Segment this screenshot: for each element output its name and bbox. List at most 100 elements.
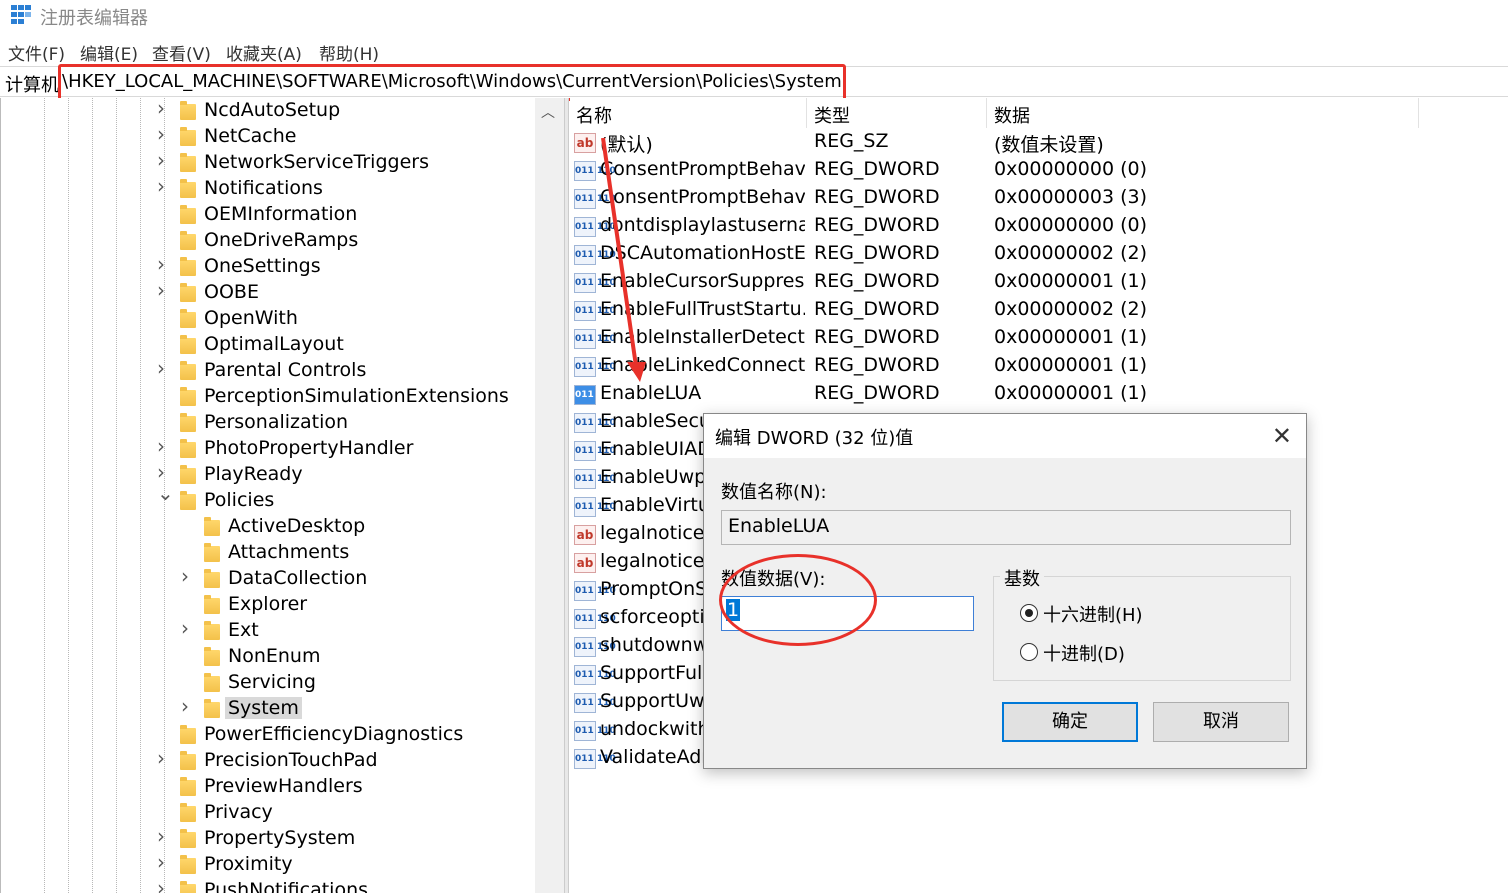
value-row[interactable]: 011 110ConsentPromptBehavi... REG_DWORD 0x…	[570, 185, 1508, 213]
chevron-right-icon[interactable]: ›	[157, 98, 171, 120]
dword-value-icon: 011 110	[574, 413, 616, 433]
tree-item-label: OneDriveRamps	[204, 229, 359, 251]
tree-item-label: Policies	[204, 489, 275, 511]
chevron-right-icon[interactable]: ›	[157, 174, 171, 198]
tree-item-label: PhotoPropertyHandler	[204, 437, 414, 459]
value-type: REG_DWORD	[814, 186, 940, 208]
menu-help[interactable]: 帮助(H)	[319, 40, 379, 65]
chevron-right-icon[interactable]: ›	[157, 746, 171, 770]
annotation-circle	[719, 554, 877, 646]
folder-icon	[180, 413, 196, 432]
dword-value-icon: 011 110	[574, 693, 616, 713]
value-row[interactable]: 011 110EnableLinkedConnecti... REG_DWORD 0…	[570, 353, 1508, 381]
chevron-right-icon[interactable]: ›	[181, 694, 195, 718]
cancel-button[interactable]: 取消	[1153, 702, 1289, 742]
folder-icon	[204, 647, 220, 666]
chevron-right-icon[interactable]: ›	[157, 278, 171, 302]
value-type: REG_DWORD	[814, 382, 940, 404]
dword-value-icon: 011 110	[574, 581, 616, 601]
dword-value-icon: 011 110	[574, 749, 616, 769]
value-row[interactable]: 011 110 DSCAutomationHostE... REG_DWORD 0x0…	[570, 241, 1508, 269]
tree-scrollbar[interactable]: ︿	[535, 98, 564, 893]
chevron-right-icon[interactable]: ›	[181, 564, 195, 588]
chevron-down-icon[interactable]: ⌄	[157, 481, 174, 505]
folder-icon	[180, 231, 196, 250]
tree-item-label: Proximity	[204, 853, 293, 875]
value-data: 0x00000001 (1)	[994, 326, 1147, 348]
tree-item-label: Notifications	[204, 177, 323, 199]
value-data: 0x00000001 (1)	[994, 270, 1147, 292]
folder-icon	[204, 517, 220, 536]
value-data: 0x00000001 (1)	[994, 382, 1147, 404]
chevron-right-icon[interactable]: ›	[157, 876, 171, 893]
folder-icon	[180, 751, 196, 770]
column-header-name[interactable]: 名称	[576, 102, 612, 128]
folder-icon	[180, 725, 196, 744]
value-row[interactable]: 011 110ConsentPromptBehavi... REG_DWORD 0x…	[570, 157, 1508, 185]
value-name: DSCAutomationHostE...	[600, 242, 805, 264]
folder-icon	[180, 439, 196, 458]
column-header-type[interactable]: 类型	[814, 102, 850, 128]
close-icon[interactable]: ✕	[1272, 422, 1292, 450]
value-name-label: 数值名称(N):	[721, 482, 827, 503]
ok-button[interactable]: 确定	[1002, 702, 1138, 742]
chevron-right-icon[interactable]: ›	[157, 122, 171, 146]
value-data: 0x00000003 (3)	[994, 186, 1147, 208]
title-bar: 注册表编辑器	[0, 0, 1508, 32]
tree-item-label: Personalization	[204, 411, 349, 433]
chevron-right-icon[interactable]: ›	[157, 434, 171, 458]
dword-value-icon: 011 110	[574, 385, 616, 405]
string-value-icon: ab	[574, 525, 596, 545]
chevron-right-icon[interactable]: ›	[181, 616, 195, 640]
folder-icon	[180, 153, 196, 172]
value-name: EnableLUA	[600, 382, 702, 404]
tree-item-label: DataCollection	[228, 567, 368, 589]
menu-edit[interactable]: 编辑(E)	[80, 40, 138, 65]
chevron-right-icon[interactable]: ›	[157, 850, 171, 874]
value-row[interactable]: 011 110EnableInstallerDetecti... REG_DWOR…	[570, 325, 1508, 353]
column-header-data[interactable]: 数据	[994, 102, 1030, 128]
value-name: EnableFullTrustStartu...	[600, 298, 805, 320]
radio-selected-icon[interactable]	[1020, 604, 1038, 622]
tree-item-label: OOBE	[204, 281, 259, 303]
value-name: EnableCursorSuppress...	[600, 270, 805, 292]
tree-item-label: Attachments	[228, 541, 350, 563]
base-groupbox	[993, 576, 1291, 681]
folder-icon	[180, 205, 196, 224]
value-type: REG_DWORD	[814, 354, 940, 376]
radio-unselected-icon[interactable]	[1020, 643, 1038, 661]
base-label: 基数	[1000, 565, 1044, 591]
folder-icon	[180, 127, 196, 146]
chevron-right-icon[interactable]: ›	[157, 356, 171, 380]
chevron-right-icon[interactable]: ›	[157, 148, 171, 172]
tree-item-label: Explorer	[228, 593, 308, 615]
pane-splitter[interactable]	[564, 98, 569, 893]
menu-favorites[interactable]: 收藏夹(A)	[226, 40, 302, 65]
value-name: EnableInstallerDetecti...	[600, 326, 805, 348]
value-row[interactable]: ab (默认) REG_SZ (数值未设置)	[570, 129, 1508, 157]
dword-value-icon: 011 110	[574, 497, 616, 517]
dword-value-icon: 011 110	[574, 245, 616, 265]
scroll-up-icon[interactable]: ︿	[541, 102, 555, 122]
menu-view[interactable]: 查看(V)	[152, 40, 211, 65]
string-value-icon: ab	[574, 553, 596, 573]
dialog-title: 编辑 DWORD (32 位)值	[715, 428, 914, 449]
value-row[interactable]: 011 110 EnableFullTrustStartu... REG_DWORD…	[570, 297, 1508, 325]
chevron-right-icon[interactable]: ›	[157, 824, 171, 848]
key-tree[interactable]: › NcdAutoSetup › NetCache › NetworkServiceTri…	[0, 98, 564, 893]
tree-item-label: OneSettings	[204, 255, 321, 277]
menu-file[interactable]: 文件(F)	[8, 40, 65, 65]
dword-value-icon: 011 110	[574, 329, 616, 349]
dword-value-icon: 011 110	[574, 469, 616, 489]
value-row[interactable]: 011 110 EnableLUA REG_DWORD 0x00000001 (1)	[570, 381, 1508, 409]
value-type: REG_DWORD	[814, 326, 940, 348]
window-title: 注册表编辑器	[40, 8, 148, 29]
value-row[interactable]: 011 110EnableCursorSuppress... REG_DWORD 0…	[570, 269, 1508, 297]
folder-icon	[180, 257, 196, 276]
tree-item-label: OptimalLayout	[204, 333, 344, 355]
tree-item-label: Parental Controls	[204, 359, 367, 381]
value-data: 0x00000001 (1)	[994, 354, 1147, 376]
folder-icon	[180, 179, 196, 198]
chevron-right-icon[interactable]: ›	[157, 252, 171, 276]
value-row[interactable]: 011 110dontdisplaylastusername... REG_DWO…	[570, 213, 1508, 241]
